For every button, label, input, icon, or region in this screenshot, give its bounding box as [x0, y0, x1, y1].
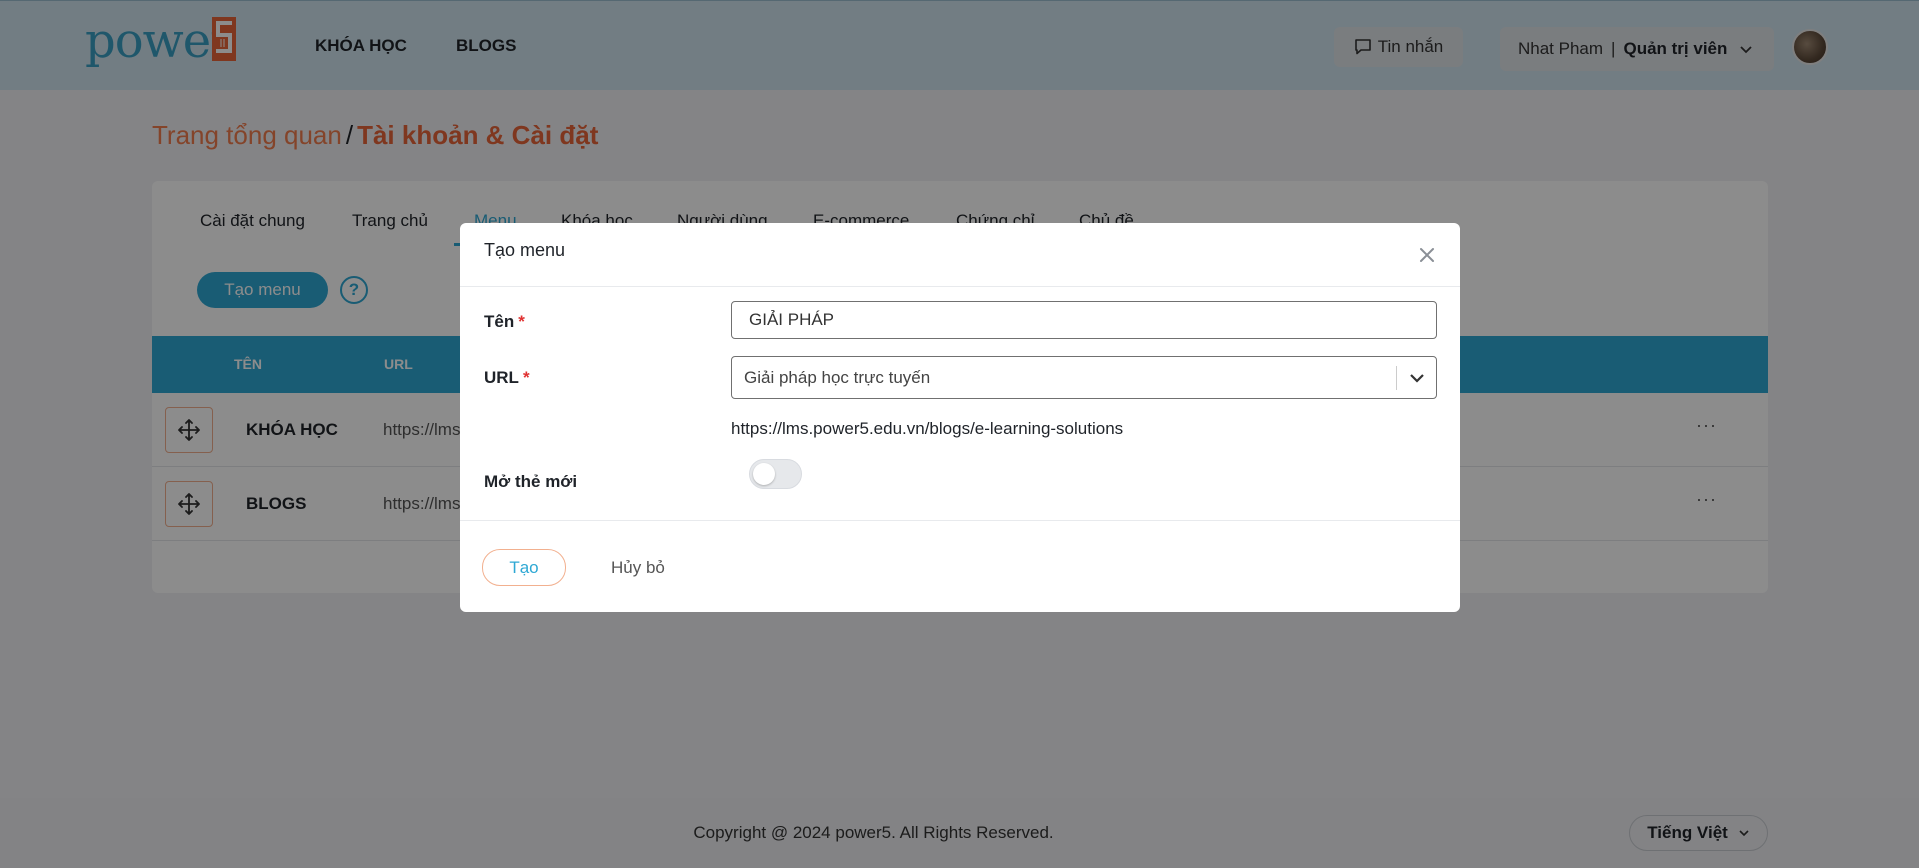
url-label-text: URL [484, 368, 519, 387]
url-preview: https://lms.power5.edu.vn/blogs/e-learni… [731, 419, 1124, 438]
required-mark: * [522, 368, 530, 387]
url-select[interactable]: Giải pháp học trực tuyến [731, 356, 1437, 399]
new-tab-label: Mở thẻ mới [484, 472, 578, 491]
url-label: URL * [484, 368, 530, 388]
divider [460, 286, 1460, 287]
select-divider [1396, 366, 1397, 390]
chevron-down-icon[interactable] [1408, 369, 1426, 387]
create-menu-dialog: Tạo menu Tên* URL* Giải pháp học trực tu… [460, 223, 1460, 612]
create-button[interactable]: Tạo [482, 549, 566, 586]
close-icon [1420, 248, 1434, 262]
new-tab-toggle[interactable] [749, 459, 802, 489]
cancel-button[interactable]: Hủy bỏ [611, 558, 665, 578]
toggle-knob [753, 463, 775, 485]
url-select-value: Giải pháp học trực tuyến [744, 368, 931, 387]
divider [460, 520, 1460, 521]
dialog-title: Tạo menu [484, 240, 566, 260]
name-label: Tên * [484, 312, 525, 332]
name-input[interactable] [731, 301, 1437, 339]
required-mark: * [518, 312, 525, 331]
close-button[interactable] [1415, 243, 1439, 267]
name-label-text: Tên [484, 312, 515, 331]
